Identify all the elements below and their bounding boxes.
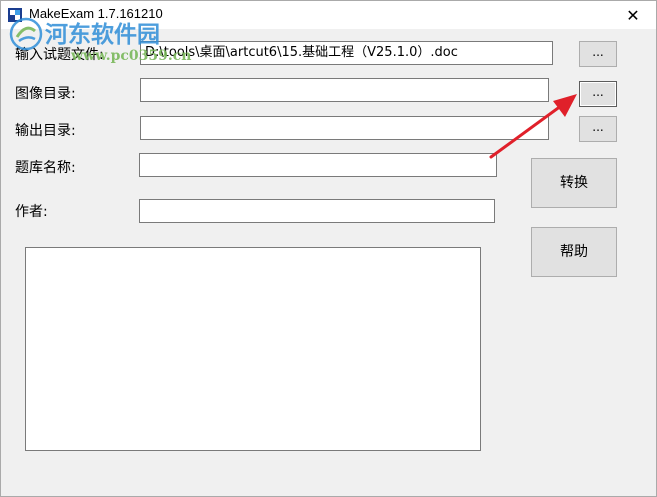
author-label: 作者: [15,204,48,220]
watermark-logo-icon [9,17,43,51]
browse-output-dir-button[interactable]: ... [579,116,617,142]
output-dir-label: 输出目录: [15,123,76,139]
watermark-site-name: 河东软件园 [45,22,160,48]
help-button[interactable]: 帮助 [531,227,617,277]
watermark: 河东软件园 www.pc0359.cn [9,13,209,73]
browse-image-dir-button[interactable]: ... [579,81,617,107]
output-text-area[interactable] [25,247,481,451]
browse-input-file-button[interactable]: ... [579,41,617,67]
author-field[interactable] [139,199,495,223]
close-icon: ✕ [626,5,640,25]
convert-button[interactable]: 转换 [531,158,617,208]
output-dir-field[interactable] [140,116,549,140]
image-dir-label: 图像目录: [15,86,76,102]
watermark-url: www.pc0359.cn [71,48,192,64]
bank-name-label: 题库名称: [15,160,76,176]
image-dir-field[interactable] [140,78,549,102]
close-button[interactable]: ✕ [610,1,656,29]
main-window: MakeExam 1.7.161210 ✕ 输入试题文件: 图像目录: 输出目录… [0,0,657,497]
bank-name-field[interactable] [139,153,497,177]
